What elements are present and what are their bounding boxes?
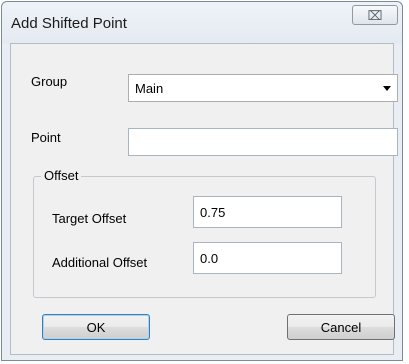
point-input[interactable] — [128, 128, 398, 156]
chevron-down-icon — [383, 86, 391, 91]
cancel-button[interactable]: Cancel — [287, 314, 395, 340]
point-label: Point — [31, 130, 61, 145]
additional-offset-label: Additional Offset — [52, 255, 148, 270]
offset-groupbox — [33, 176, 376, 298]
group-dropdown-value: Main — [135, 81, 164, 96]
close-button[interactable]: ⌧ — [352, 5, 398, 25]
ok-button-label: OK — [86, 319, 106, 335]
offset-group-label: Offset — [41, 168, 82, 183]
group-label: Group — [31, 74, 68, 89]
dialog-title: Add Shifted Point — [11, 15, 127, 32]
add-shifted-point-dialog: Add Shifted Point ⌧ Group Main Point Off… — [1, 1, 403, 361]
target-offset-input[interactable] — [193, 196, 342, 228]
ok-button[interactable]: OK — [42, 314, 150, 340]
group-dropdown[interactable]: Main — [128, 74, 398, 102]
additional-offset-input[interactable] — [193, 242, 342, 274]
close-icon: ⌧ — [367, 7, 383, 23]
dialog-content: Group Main Point Offset Target Offset Ad… — [10, 43, 398, 355]
cancel-button-label: Cancel — [320, 319, 362, 335]
title-bar[interactable]: Add Shifted Point ⌧ — [2, 2, 402, 44]
target-offset-label: Target Offset — [52, 211, 127, 226]
